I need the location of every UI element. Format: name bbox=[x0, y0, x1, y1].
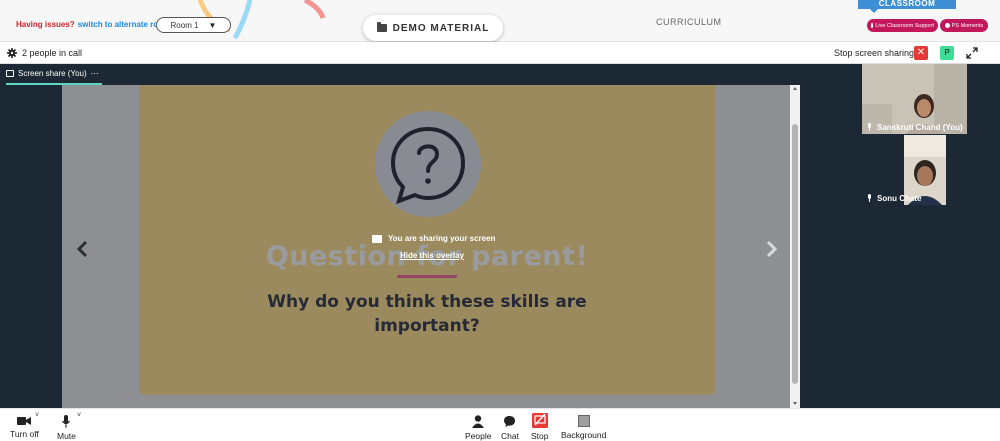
mic-options-chevron-icon[interactable]: ˅ bbox=[77, 412, 81, 419]
participant-name-bar: Sanskruti Chand (You) bbox=[862, 120, 967, 134]
camera-options-chevron-icon[interactable]: ˅ bbox=[35, 412, 39, 419]
gear-icon[interactable] bbox=[7, 48, 17, 58]
participant-name: Sanskruti Chand (You) bbox=[877, 122, 963, 132]
participant-avatar[interactable]: P bbox=[940, 46, 954, 60]
person-icon bbox=[472, 415, 485, 428]
mute-button[interactable]: Mute bbox=[57, 415, 76, 441]
screen-present-icon bbox=[372, 234, 382, 243]
people-button[interactable]: People bbox=[465, 415, 491, 441]
screen-share-tab[interactable]: Screen share (You) ⋯ bbox=[6, 69, 99, 78]
sharing-notice-text: You are sharing your screen bbox=[388, 234, 496, 243]
curriculum-tab[interactable]: CURRICULUM bbox=[656, 17, 722, 27]
shared-screen: Question for parent! Why do you think th… bbox=[62, 85, 800, 408]
stop-share-label: Stop bbox=[531, 431, 549, 441]
microphone-icon bbox=[62, 415, 71, 428]
chevron-left-icon[interactable] bbox=[76, 240, 90, 258]
scroll-up-icon[interactable] bbox=[793, 87, 797, 90]
live-support-button[interactable]: Live Classroom Support bbox=[867, 19, 938, 32]
demo-material-label: DEMO MATERIAL bbox=[392, 22, 490, 34]
more-options-icon[interactable]: ⋯ bbox=[91, 69, 99, 78]
close-icon: ✕ bbox=[916, 47, 926, 58]
demo-material-button[interactable]: DEMO MATERIAL bbox=[363, 15, 503, 41]
stop-share-button[interactable]: Stop bbox=[531, 413, 549, 441]
chat-bubble-icon bbox=[504, 416, 516, 427]
mic-icon bbox=[868, 194, 871, 202]
scrollbar-thumb[interactable] bbox=[792, 124, 798, 384]
room-select[interactable]: Room 1 ▼ bbox=[156, 17, 231, 33]
camera-button[interactable]: Turn off bbox=[10, 416, 39, 439]
screen-share-tab-label: Screen share (You) bbox=[18, 69, 87, 78]
chevron-right-icon[interactable] bbox=[764, 240, 778, 258]
participant-tiles: Sanskruti Chand (You) Sonu Chate bbox=[862, 64, 1000, 408]
issues-notice: Having issues? switch to alternate room bbox=[16, 20, 170, 29]
folder-icon bbox=[376, 22, 387, 32]
scroll-down-icon[interactable] bbox=[793, 402, 797, 405]
participant-tile[interactable]: Sanskruti Chand (You) bbox=[862, 64, 967, 134]
participant-tile[interactable]: Sonu Chate bbox=[862, 135, 967, 205]
main-stage: Screen share (You) ⋯ Question for parent… bbox=[0, 64, 862, 408]
issues-label: Having issues? bbox=[16, 20, 75, 29]
stage-tab-bar: Screen share (You) ⋯ bbox=[0, 64, 862, 85]
sharing-overlay bbox=[62, 85, 800, 408]
background-button[interactable]: Background bbox=[561, 415, 606, 440]
moments-button[interactable]: PS Moments bbox=[940, 19, 988, 32]
mic-icon bbox=[868, 123, 871, 131]
camera-button-label: Turn off bbox=[10, 429, 39, 439]
mute-button-label: Mute bbox=[57, 431, 76, 441]
stop-screen-share-icon bbox=[531, 413, 548, 428]
participant-name-bar: Sonu Chate bbox=[862, 191, 967, 205]
video-call-screen: Having issues? switch to alternate room R… bbox=[0, 0, 1000, 441]
stop-screen-sharing-label: Stop screen sharing bbox=[834, 48, 915, 58]
hide-overlay-link[interactable]: Hide this overlay bbox=[400, 251, 464, 260]
tab-pointer-icon bbox=[870, 9, 878, 13]
video-camera-icon bbox=[17, 417, 32, 425]
expand-icon[interactable] bbox=[966, 47, 978, 59]
people-button-label: People bbox=[465, 431, 492, 441]
moments-label: PS Moments bbox=[951, 22, 984, 29]
chat-button[interactable]: Chat bbox=[501, 415, 519, 441]
classroom-tab[interactable]: CLASSROOM bbox=[858, 0, 956, 9]
background-button-label: Background bbox=[561, 430, 607, 440]
background-icon bbox=[577, 415, 590, 427]
caret-down-icon: ▼ bbox=[208, 20, 217, 30]
call-header: 2 people in call Stop screen sharing ✕ P bbox=[0, 42, 1000, 64]
top-bar: Having issues? switch to alternate room R… bbox=[0, 0, 1000, 42]
plus-circle-icon bbox=[871, 23, 874, 28]
room-select-value: Room 1 bbox=[170, 20, 199, 30]
camera-dot-icon bbox=[944, 23, 950, 28]
monitor-icon bbox=[6, 70, 14, 77]
sharing-notice: You are sharing your screen bbox=[372, 234, 495, 243]
people-count: 2 people in call bbox=[22, 48, 83, 58]
stop-sharing-button[interactable]: ✕ bbox=[914, 46, 928, 60]
live-support-label: Live Classroom Support bbox=[875, 22, 934, 29]
chat-button-label: Chat bbox=[501, 431, 519, 441]
bottom-controls: Turn off ˅ Mute ˅ People Chat Stop Backg… bbox=[0, 408, 1000, 441]
participant-name: Sonu Chate bbox=[877, 193, 922, 203]
